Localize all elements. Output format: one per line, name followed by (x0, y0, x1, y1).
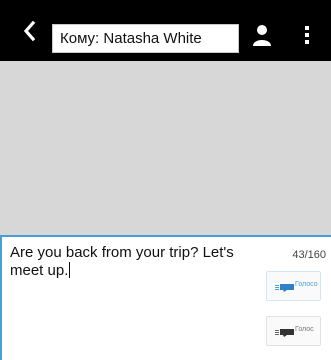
send-voice-button-label: Голос (295, 326, 314, 333)
send-bubble-icon (275, 329, 294, 337)
message-input[interactable]: Are you back from your trip? Let's meet … (10, 244, 265, 280)
top-bar: Кому: Natasha White (0, 0, 331, 61)
send-button-label: Голосо (295, 281, 318, 288)
send-button[interactable]: Голосо (266, 271, 321, 301)
compose-focus-edge (0, 237, 2, 360)
text-caret (69, 262, 71, 278)
character-counter: 43/160 (292, 249, 326, 261)
send-bubble-icon (275, 284, 294, 292)
send-voice-button[interactable]: Голос (266, 316, 321, 346)
contact-button[interactable] (250, 21, 274, 49)
chevron-left-icon (23, 20, 36, 42)
vertical-dots-icon (305, 26, 309, 44)
overflow-menu-button[interactable] (300, 21, 314, 49)
message-thread (0, 61, 331, 235)
message-text: Are you back from your trip? Let's meet … (10, 244, 234, 279)
recipient-label: Кому: Natasha White (60, 30, 202, 47)
recipient-field[interactable]: Кому: Natasha White (52, 24, 239, 53)
back-button[interactable] (18, 16, 42, 46)
person-icon (253, 25, 271, 46)
